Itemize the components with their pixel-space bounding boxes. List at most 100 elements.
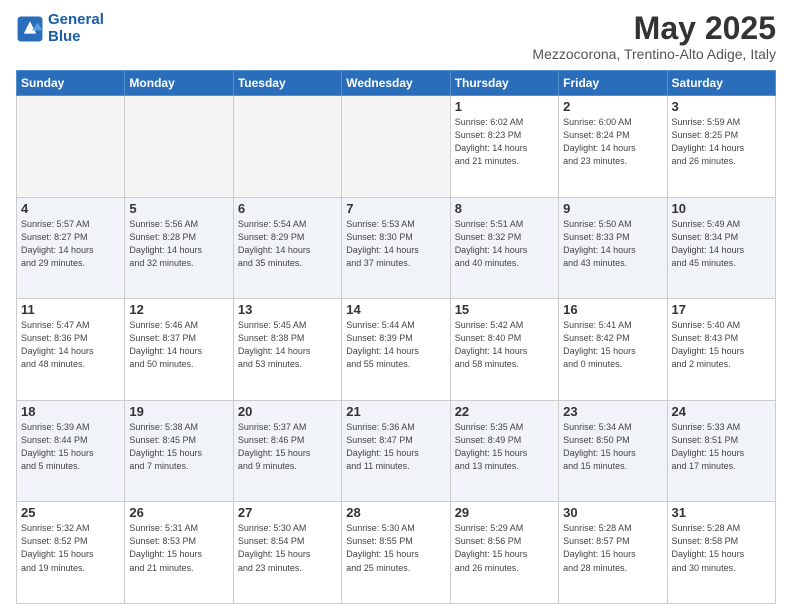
- day-info: Sunrise: 5:47 AM Sunset: 8:36 PM Dayligh…: [21, 319, 120, 371]
- table-row: 30Sunrise: 5:28 AM Sunset: 8:57 PM Dayli…: [559, 502, 667, 604]
- logo-general: General: [48, 11, 104, 28]
- table-row: [17, 96, 125, 198]
- day-number: 23: [563, 404, 662, 419]
- col-monday: Monday: [125, 71, 233, 96]
- day-info: Sunrise: 5:37 AM Sunset: 8:46 PM Dayligh…: [238, 421, 337, 473]
- logo-icon: [16, 15, 44, 43]
- col-wednesday: Wednesday: [342, 71, 450, 96]
- day-number: 3: [672, 99, 771, 114]
- table-row: 8 Sunrise: 5:51 AM Sunset: 8:32 PM Daylig…: [450, 197, 558, 299]
- table-row: 17Sunrise: 5:40 AM Sunset: 8:43 PM Dayli…: [667, 299, 775, 401]
- table-row: 1Sunrise: 6:02 AM Sunset: 8:23 PM Daylig…: [450, 96, 558, 198]
- table-row: 2 Sunrise: 6:00 AM Sunset: 8:24 PM Daylig…: [559, 96, 667, 198]
- day-info: Sunrise: 5:54 AM Sunset: 8:29 PM Dayligh…: [238, 218, 337, 270]
- table-row: 27 Sunrise: 5:30 AM Sunset: 8:54 PM Dayli…: [233, 502, 341, 604]
- table-row: 14 Sunrise: 5:44 AM Sunset: 8:39 PM Dayli…: [342, 299, 450, 401]
- col-friday: Friday: [559, 71, 667, 96]
- table-row: 15Sunrise: 5:42 AM Sunset: 8:40 PM Dayli…: [450, 299, 558, 401]
- table-row: 9Sunrise: 5:50 AM Sunset: 8:33 PM Daylig…: [559, 197, 667, 299]
- day-info: Sunrise: 5:30 AM Sunset: 8:54 PM Dayligh…: [238, 522, 337, 574]
- day-number: 6: [238, 201, 337, 216]
- table-row: 23 Sunrise: 5:34 AM Sunset: 8:50 PM Dayli…: [559, 400, 667, 502]
- table-row: [125, 96, 233, 198]
- day-info: Sunrise: 5:39 AM Sunset: 8:44 PM Dayligh…: [21, 421, 120, 473]
- day-info: Sunrise: 5:56 AM Sunset: 8:28 PM Dayligh…: [129, 218, 228, 270]
- day-number: 19: [129, 404, 228, 419]
- table-row: 19 Sunrise: 5:38 AM Sunset: 8:45 PM Dayli…: [125, 400, 233, 502]
- day-number: 15: [455, 302, 554, 317]
- day-number: 9: [563, 201, 662, 216]
- day-number: 18: [21, 404, 120, 419]
- day-info: Sunrise: 5:29 AM Sunset: 8:56 PM Dayligh…: [455, 522, 554, 574]
- day-info: Sunrise: 5:32 AM Sunset: 8:52 PM Dayligh…: [21, 522, 120, 574]
- day-info: Sunrise: 5:45 AM Sunset: 8:38 PM Dayligh…: [238, 319, 337, 371]
- table-row: 16 Sunrise: 5:41 AM Sunset: 8:42 PM Dayli…: [559, 299, 667, 401]
- day-number: 2: [563, 99, 662, 114]
- calendar-week-row: 1Sunrise: 6:02 AM Sunset: 8:23 PM Daylig…: [17, 96, 776, 198]
- day-info: Sunrise: 5:41 AM Sunset: 8:42 PM Dayligh…: [563, 319, 662, 371]
- day-info: Sunrise: 5:33 AM Sunset: 8:51 PM Dayligh…: [672, 421, 771, 473]
- day-number: 20: [238, 404, 337, 419]
- day-info: Sunrise: 5:30 AM Sunset: 8:55 PM Dayligh…: [346, 522, 445, 574]
- day-number: 21: [346, 404, 445, 419]
- day-info: Sunrise: 5:46 AM Sunset: 8:37 PM Dayligh…: [129, 319, 228, 371]
- table-row: 5Sunrise: 5:56 AM Sunset: 8:28 PM Daylig…: [125, 197, 233, 299]
- day-info: Sunrise: 5:53 AM Sunset: 8:30 PM Dayligh…: [346, 218, 445, 270]
- table-row: 29Sunrise: 5:29 AM Sunset: 8:56 PM Dayli…: [450, 502, 558, 604]
- col-thursday: Thursday: [450, 71, 558, 96]
- day-info: Sunrise: 5:28 AM Sunset: 8:58 PM Dayligh…: [672, 522, 771, 574]
- day-number: 1: [455, 99, 554, 114]
- table-row: 18 Sunrise: 5:39 AM Sunset: 8:44 PM Dayli…: [17, 400, 125, 502]
- day-info: Sunrise: 6:00 AM Sunset: 8:24 PM Dayligh…: [563, 116, 662, 168]
- day-number: 16: [563, 302, 662, 317]
- day-number: 4: [21, 201, 120, 216]
- day-number: 27: [238, 505, 337, 520]
- day-info: Sunrise: 5:49 AM Sunset: 8:34 PM Dayligh…: [672, 218, 771, 270]
- table-row: 25Sunrise: 5:32 AM Sunset: 8:52 PM Dayli…: [17, 502, 125, 604]
- col-saturday: Saturday: [667, 71, 775, 96]
- calendar-week-row: 11 Sunrise: 5:47 AM Sunset: 8:36 PM Dayli…: [17, 299, 776, 401]
- table-row: 6 Sunrise: 5:54 AM Sunset: 8:29 PM Daylig…: [233, 197, 341, 299]
- table-row: 20 Sunrise: 5:37 AM Sunset: 8:46 PM Dayli…: [233, 400, 341, 502]
- col-tuesday: Tuesday: [233, 71, 341, 96]
- calendar-header-row: Sunday Monday Tuesday Wednesday Thursday…: [17, 71, 776, 96]
- day-number: 12: [129, 302, 228, 317]
- day-number: 28: [346, 505, 445, 520]
- table-row: 10 Sunrise: 5:49 AM Sunset: 8:34 PM Dayli…: [667, 197, 775, 299]
- table-row: 21 Sunrise: 5:36 AM Sunset: 8:47 PM Dayli…: [342, 400, 450, 502]
- calendar-week-row: 25Sunrise: 5:32 AM Sunset: 8:52 PM Dayli…: [17, 502, 776, 604]
- table-row: 28 Sunrise: 5:30 AM Sunset: 8:55 PM Dayli…: [342, 502, 450, 604]
- day-info: Sunrise: 5:59 AM Sunset: 8:25 PM Dayligh…: [672, 116, 771, 168]
- day-info: Sunrise: 5:40 AM Sunset: 8:43 PM Dayligh…: [672, 319, 771, 371]
- day-info: Sunrise: 5:34 AM Sunset: 8:50 PM Dayligh…: [563, 421, 662, 473]
- table-row: 26Sunrise: 5:31 AM Sunset: 8:53 PM Dayli…: [125, 502, 233, 604]
- day-number: 10: [672, 201, 771, 216]
- day-number: 8: [455, 201, 554, 216]
- day-number: 13: [238, 302, 337, 317]
- month-title: May 2025: [532, 12, 776, 44]
- day-info: Sunrise: 5:36 AM Sunset: 8:47 PM Dayligh…: [346, 421, 445, 473]
- col-sunday: Sunday: [17, 71, 125, 96]
- day-info: Sunrise: 5:35 AM Sunset: 8:49 PM Dayligh…: [455, 421, 554, 473]
- day-number: 14: [346, 302, 445, 317]
- table-row: 3 Sunrise: 5:59 AM Sunset: 8:25 PM Daylig…: [667, 96, 775, 198]
- day-number: 11: [21, 302, 120, 317]
- day-number: 22: [455, 404, 554, 419]
- day-number: 24: [672, 404, 771, 419]
- day-number: 31: [672, 505, 771, 520]
- location-title: Mezzocorona, Trentino-Alto Adige, Italy: [532, 46, 776, 62]
- day-info: Sunrise: 5:28 AM Sunset: 8:57 PM Dayligh…: [563, 522, 662, 574]
- table-row: [342, 96, 450, 198]
- table-row: 4 Sunrise: 5:57 AM Sunset: 8:27 PM Daylig…: [17, 197, 125, 299]
- day-number: 7: [346, 201, 445, 216]
- table-row: 11 Sunrise: 5:47 AM Sunset: 8:36 PM Dayli…: [17, 299, 125, 401]
- logo: General Blue: [16, 12, 104, 45]
- day-info: Sunrise: 5:38 AM Sunset: 8:45 PM Dayligh…: [129, 421, 228, 473]
- day-info: Sunrise: 5:51 AM Sunset: 8:32 PM Dayligh…: [455, 218, 554, 270]
- table-row: 24 Sunrise: 5:33 AM Sunset: 8:51 PM Dayli…: [667, 400, 775, 502]
- day-info: Sunrise: 5:57 AM Sunset: 8:27 PM Dayligh…: [21, 218, 120, 270]
- logo-blue: Blue: [48, 28, 81, 45]
- day-info: Sunrise: 5:44 AM Sunset: 8:39 PM Dayligh…: [346, 319, 445, 371]
- table-row: 13 Sunrise: 5:45 AM Sunset: 8:38 PM Dayli…: [233, 299, 341, 401]
- table-row: [233, 96, 341, 198]
